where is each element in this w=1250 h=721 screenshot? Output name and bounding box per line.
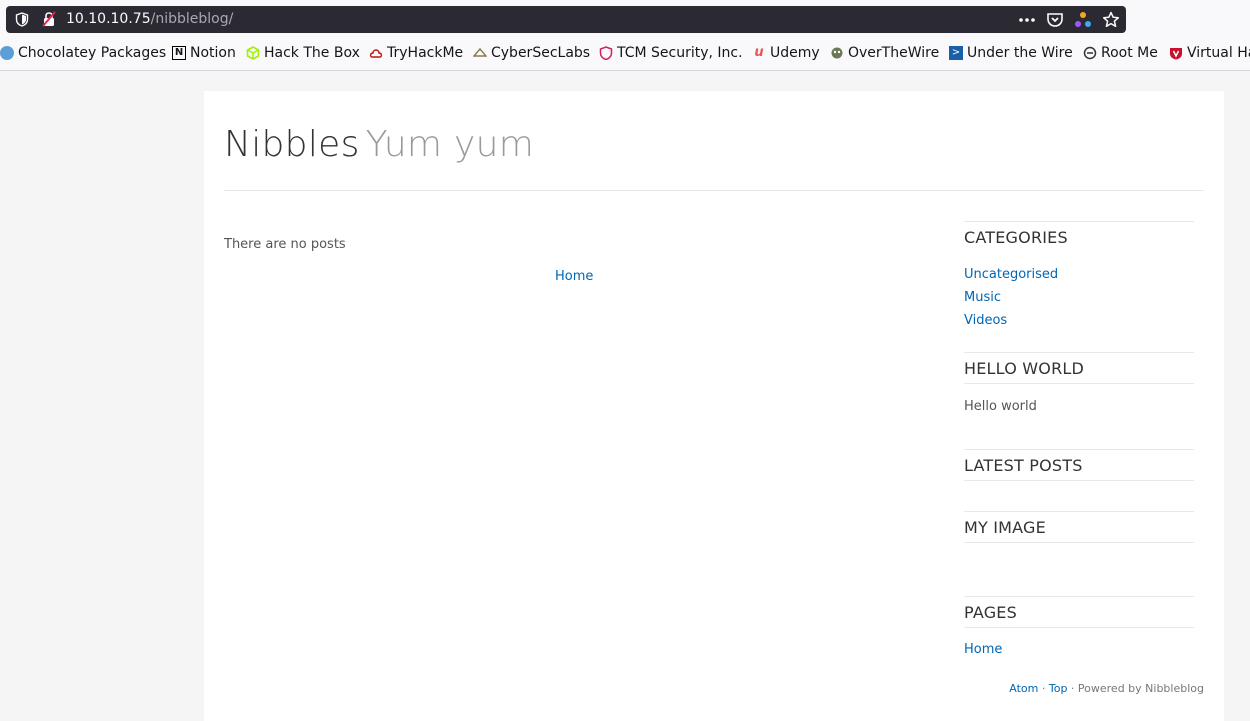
bookmark-label: Udemy: [770, 45, 820, 61]
chocolatey-icon: [0, 46, 14, 60]
insecure-lock-icon[interactable]: [41, 11, 57, 27]
widget-divider: [964, 449, 1194, 450]
bookmark-label: TryHackMe: [387, 45, 464, 61]
blog-slogan: Yum yum: [365, 124, 535, 165]
browser-toolbar: 10.10.10.75/nibbleblog/ Chocolatey Packa…: [0, 0, 1250, 71]
address-bar[interactable]: 10.10.10.75/nibbleblog/: [6, 6, 1126, 33]
widget-divider: [964, 511, 1194, 512]
bookmark-star-icon[interactable]: [1102, 11, 1120, 29]
widget-divider: [964, 352, 1194, 353]
bookmark-label: Under the Wire: [967, 45, 1073, 61]
bookmark-overthewire[interactable]: OverTheWire: [830, 45, 939, 61]
bookmark-tcm[interactable]: TCM Security, Inc.: [599, 45, 743, 61]
bookmark-tryhackme[interactable]: TryHackMe: [369, 45, 463, 61]
bookmark-notion[interactable]: N Notion: [172, 45, 236, 61]
no-posts-message: There are no posts: [224, 237, 346, 252]
bookmark-cyberseclabs[interactable]: CyberSecLabs: [473, 45, 590, 61]
my-image-title: MY IMAGE: [964, 518, 1046, 537]
atom-feed-link[interactable]: Atom: [1009, 682, 1038, 695]
category-music-link[interactable]: Music: [964, 290, 1001, 305]
tcm-icon: [599, 46, 613, 60]
pocket-icon[interactable]: [1046, 11, 1064, 29]
latest-posts-title: LATEST POSTS: [964, 456, 1083, 475]
widget-divider: [964, 480, 1194, 481]
pager-home-link[interactable]: Home: [555, 269, 593, 284]
url-path: /nibbleblog/: [150, 11, 234, 27]
category-videos-link[interactable]: Videos: [964, 313, 1007, 328]
cyberseclabs-icon: [473, 47, 487, 57]
bookmark-label: Chocolatey Packages: [18, 45, 167, 61]
footer-separator: ·: [1038, 682, 1049, 695]
categories-title: CATEGORIES: [964, 228, 1068, 247]
widget-divider: [964, 383, 1194, 384]
bookmark-label: OverTheWire: [848, 45, 940, 61]
rootme-icon: [1083, 46, 1097, 60]
hackthebox-icon: [246, 46, 260, 60]
site-header: Nibbles Yum yum: [224, 124, 534, 165]
bookmark-label: TCM Security, Inc.: [617, 45, 743, 61]
extension-icon[interactable]: [1074, 11, 1092, 29]
bookmark-label: Hack The Box: [264, 45, 360, 61]
widget-divider: [964, 596, 1194, 597]
bookmarks-toolbar: Chocolatey Packages N Notion Hack The Bo…: [0, 43, 1250, 65]
url-host: 10.10.10.75: [66, 11, 151, 27]
pages-title: PAGES: [964, 603, 1017, 622]
powered-by-text: · Powered by Nibbleblog: [1067, 682, 1204, 695]
header-divider: [224, 190, 1204, 191]
bookmark-hackthebox[interactable]: Hack The Box: [246, 45, 360, 61]
page-home-link[interactable]: Home: [964, 642, 1002, 657]
bookmark-rootme[interactable]: Root Me: [1083, 45, 1158, 61]
udemy-icon: u: [754, 45, 764, 60]
hello-world-title: HELLO WORLD: [964, 359, 1085, 378]
bookmark-label: Notion: [190, 45, 236, 61]
widget-divider: [964, 221, 1194, 222]
bookmark-label: Root Me: [1101, 45, 1158, 61]
bookmark-label: Virtual Ha: [1187, 45, 1250, 61]
tryhackme-icon: [369, 49, 383, 58]
bookmark-underthewire[interactable]: > Under the Wire: [949, 45, 1073, 61]
blog-container: Nibbles Yum yum There are no posts Home C…: [204, 91, 1224, 721]
notion-icon: N: [172, 46, 186, 60]
bookmark-udemy[interactable]: u Udemy: [752, 45, 820, 61]
widget-divider: [964, 542, 1194, 543]
overthewire-icon: [831, 47, 843, 59]
bookmark-label: CyberSecLabs: [491, 45, 591, 61]
top-link[interactable]: Top: [1049, 682, 1068, 695]
url-text[interactable]: 10.10.10.75/nibbleblog/: [66, 11, 233, 27]
bookmark-virtualhacking[interactable]: Virtual Ha: [1169, 45, 1250, 61]
footer: Atom · Top · Powered by Nibbleblog: [1009, 682, 1204, 695]
hello-world-text: Hello world: [964, 399, 1037, 414]
page-actions-menu-icon[interactable]: [1018, 11, 1036, 29]
blog-title[interactable]: Nibbles: [224, 124, 360, 165]
widget-divider: [964, 627, 1194, 628]
underthewire-icon: >: [949, 46, 963, 60]
bookmark-chocolatey[interactable]: Chocolatey Packages: [0, 45, 166, 61]
category-uncategorised-link[interactable]: Uncategorised: [964, 267, 1058, 282]
virtualhacking-icon: [1170, 48, 1182, 60]
tracking-shield-icon[interactable]: [15, 12, 29, 27]
